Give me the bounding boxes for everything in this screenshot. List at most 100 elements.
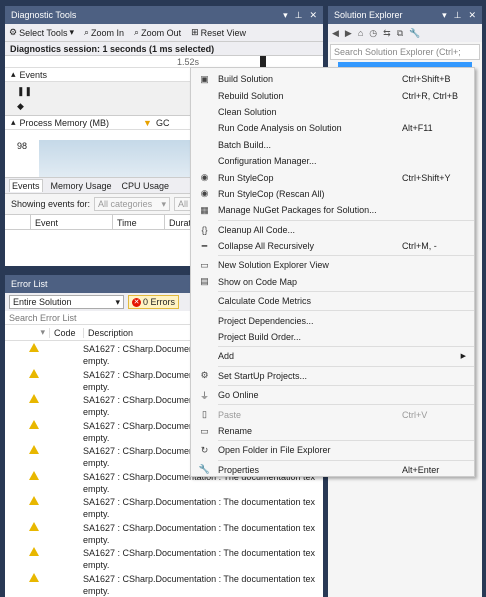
reset-view-button[interactable]: ⊞ Reset View	[191, 27, 246, 38]
menu-separator	[218, 459, 474, 461]
menu-item-project-build-order[interactable]: Project Build Order...	[191, 329, 474, 345]
zoom-in-button[interactable]: ⌕ Zoom In	[84, 27, 124, 38]
select-tools-button[interactable]: ⚙ Select Tools ▾	[9, 27, 74, 38]
menu-item-set-startup-projects[interactable]: ⚙ Set StartUp Projects...	[191, 368, 474, 384]
menu-item-open-folder-in-file-explorer[interactable]: ↻ Open Folder in File Explorer	[191, 442, 474, 458]
errors-count: 0 Errors	[143, 297, 176, 307]
menu-item-show-on-code-map[interactable]: ▤ Show on Code Map	[191, 274, 474, 290]
scope-select[interactable]: Entire Solution ▾	[9, 295, 124, 309]
history-icon[interactable]: ◷	[369, 28, 377, 39]
wrench-icon[interactable]: 🔧	[409, 28, 420, 39]
error-icon: ✕	[132, 297, 141, 307]
home-icon[interactable]: ⌂	[358, 28, 363, 38]
menu-separator	[218, 219, 474, 221]
col-event[interactable]: Event	[31, 215, 113, 229]
menu-item-label: Calculate Code Metrics	[218, 296, 312, 307]
menu-separator	[218, 404, 474, 406]
menu-item-label: New Solution Explorer View	[218, 260, 329, 271]
menu-item-run-code-analysis-on-solution[interactable]: Run Code Analysis on Solution Alt+F11	[191, 120, 474, 136]
solution-search-input[interactable]: Search Solution Explorer (Ctrl+;	[330, 44, 480, 60]
reset-icon: ⊞	[191, 27, 199, 37]
sync-icon[interactable]: ⇆	[383, 28, 391, 39]
table-row[interactable]: SA1627 : CSharp.Documentation : The docu…	[5, 494, 323, 520]
sort-icon[interactable]: ▾	[5, 327, 49, 338]
events-label: Events	[19, 69, 48, 80]
menu-item-go-online[interactable]: ⏚ Go Online	[191, 387, 474, 403]
menu-separator	[218, 291, 474, 293]
errors-filter-button[interactable]: ✕ 0 Errors	[128, 295, 180, 309]
description-line: SA1627 : CSharp.Documentation : The docu…	[83, 522, 315, 533]
dropdown-icon[interactable]: ▾	[442, 10, 447, 21]
collapse-icon[interactable]: ▴	[11, 117, 16, 128]
menu-separator	[218, 346, 474, 348]
filter-label: Showing events for:	[11, 199, 91, 209]
back-icon[interactable]: ◀	[332, 28, 339, 39]
zoom-in-icon: ⌕	[83, 27, 90, 37]
menu-item-collapse-all-recursively[interactable]: ━ Collapse All Recursively Ctrl+M, -	[191, 238, 474, 254]
paste-icon: ▯	[202, 409, 207, 420]
tab-cpu-usage[interactable]: CPU Usage	[120, 180, 172, 192]
menu-item-rename[interactable]: ▭ Rename	[191, 423, 474, 439]
tab-memory-usage[interactable]: Memory Usage	[49, 180, 114, 192]
description-line: empty.	[83, 534, 110, 545]
menu-item-properties[interactable]: 🔧 Properties Alt+Enter	[191, 462, 474, 478]
menu-item-label: Paste	[218, 409, 242, 420]
col-blank	[5, 215, 31, 229]
forward-icon[interactable]: ▶	[345, 28, 352, 39]
menu-item-paste[interactable]: ▯ Paste Ctrl+V	[191, 406, 474, 422]
menu-item-run-stylecop[interactable]: ◉ Run StyleCop Ctrl+Shift+Y	[191, 169, 474, 185]
error-description: SA1627 : CSharp.Documentation : The docu…	[83, 547, 323, 571]
categories-select[interactable]: All categories ▾	[94, 197, 171, 211]
menu-item-add[interactable]: Add ▶	[191, 348, 474, 364]
select-tools-label: Select Tools	[19, 27, 68, 38]
menu-item-configuration-manager[interactable]: Configuration Manager...	[191, 153, 474, 169]
pin-icon[interactable]: ⊥	[295, 10, 303, 21]
memory-value: 98	[17, 141, 28, 151]
description-line: empty.	[83, 560, 110, 570]
table-row[interactable]: SA1627 : CSharp.Documentation : The docu…	[5, 545, 323, 571]
menu-item-label: Run StyleCop	[218, 172, 274, 183]
menu-item-new-solution-explorer-view[interactable]: ▭ New Solution Explorer View	[191, 257, 474, 273]
menu-item-label: Open Folder in File Explorer	[218, 445, 331, 456]
collapse-icon[interactable]: ▴	[11, 69, 16, 80]
table-row[interactable]: SA1627 : CSharp.Documentation : The docu…	[5, 571, 323, 597]
dropdown-icon[interactable]: ▾	[283, 10, 288, 21]
close-icon[interactable]: ✕	[468, 10, 476, 21]
build-icon: ▣	[200, 73, 209, 84]
menu-item-label: Run StyleCop (Rescan All)	[218, 188, 325, 199]
menu-separator	[218, 365, 474, 367]
menu-item-run-stylecop-rescan-all[interactable]: ◉ Run StyleCop (Rescan All)	[191, 186, 474, 202]
menu-item-clean-solution[interactable]: Clean Solution	[191, 104, 474, 120]
table-row[interactable]: SA1627 : CSharp.Documentation : The docu…	[5, 520, 323, 546]
col-code[interactable]: Code	[49, 327, 83, 338]
menu-item-manage-nuget-packages-for-solution[interactable]: ▦ Manage NuGet Packages for Solution...	[191, 202, 474, 218]
menu-item-label: Go Online	[218, 390, 259, 401]
col-time[interactable]: Time	[113, 215, 165, 229]
menu-item-label: Show on Code Map	[218, 276, 298, 287]
menu-item-shortcut: Alt+F11	[402, 123, 433, 134]
stylecop-icon: ◉	[200, 188, 209, 199]
menu-separator	[218, 385, 474, 387]
menu-item-build-solution[interactable]: ▣ Build Solution Ctrl+Shift+B	[191, 71, 474, 87]
nuget-icon: ▦	[200, 204, 209, 215]
description-line: empty.	[83, 432, 110, 443]
menu-item-shortcut: Ctrl+M, -	[402, 241, 437, 252]
warning-icon	[5, 343, 83, 354]
wrench-icon: 🔧	[198, 464, 211, 475]
zoom-in-label: Zoom In	[91, 27, 125, 38]
zoom-out-button[interactable]: ⌕ Zoom Out	[134, 27, 181, 38]
menu-item-label: Add	[218, 351, 235, 362]
menu-item-rebuild-solution[interactable]: Rebuild Solution Ctrl+R, Ctrl+B	[191, 87, 474, 103]
diamond-icon: ◆	[17, 101, 24, 111]
menu-item-label: Build Solution	[218, 74, 274, 85]
tab-events[interactable]: Events	[9, 179, 43, 192]
menu-item-cleanup-all-code[interactable]: {} Cleanup All Code...	[191, 222, 474, 238]
copy-icon[interactable]: ⧉	[397, 28, 403, 39]
pin-icon[interactable]: ⊥	[454, 10, 462, 21]
menu-item-project-dependencies[interactable]: Project Dependencies...	[191, 312, 474, 328]
close-icon[interactable]: ✕	[309, 10, 317, 21]
code-map-icon: ▤	[200, 276, 209, 287]
menu-item-batch-build[interactable]: Batch Build...	[191, 137, 474, 153]
gear-icon: ⚙	[9, 27, 18, 37]
menu-item-calculate-code-metrics[interactable]: Calculate Code Metrics	[191, 293, 474, 309]
